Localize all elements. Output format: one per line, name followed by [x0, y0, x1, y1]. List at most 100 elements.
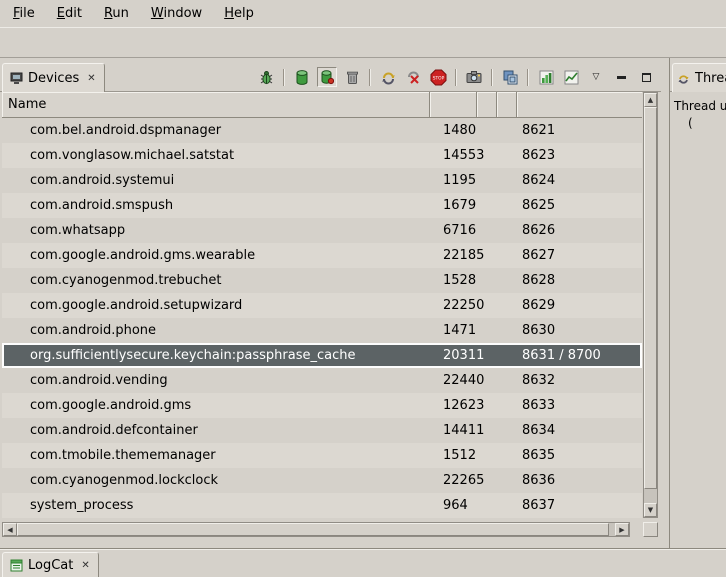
- tab-devices-label: Devices: [28, 71, 79, 86]
- process-pid: 6716: [430, 223, 477, 238]
- table-row[interactable]: com.android.vending224408632: [2, 368, 642, 393]
- column-header-name[interactable]: Name: [2, 92, 430, 117]
- table-header: Name: [2, 92, 642, 118]
- panel-sash[interactable]: [661, 58, 670, 548]
- table-row[interactable]: com.vonglasow.michael.satstat145538623: [2, 143, 642, 168]
- process-name: com.cyanogenmod.trebuchet: [2, 273, 430, 288]
- scrollbar-corner: [643, 522, 658, 537]
- horizontal-scrollbar-thumb[interactable]: [17, 523, 609, 536]
- process-port: 8624: [517, 173, 642, 188]
- process-name: com.google.android.gms.wearable: [2, 248, 430, 263]
- process-pid: 22250: [430, 298, 477, 313]
- menu-file[interactable]: File: [2, 2, 46, 25]
- tab-threads-label: Threads: [695, 71, 726, 86]
- menu-run[interactable]: Run: [93, 2, 140, 25]
- process-port: 8634: [517, 423, 642, 438]
- process-name: com.whatsapp: [2, 223, 430, 238]
- process-name: com.android.vending: [2, 373, 430, 388]
- vertical-scrollbar[interactable]: ▲ ▼: [643, 92, 658, 518]
- table-row[interactable]: org.sufficientlysecure.keychain:passphra…: [2, 343, 642, 368]
- process-port: 8630: [517, 323, 642, 338]
- column-header-pid[interactable]: [430, 92, 477, 117]
- vertical-scrollbar-thumb[interactable]: [644, 107, 657, 489]
- table-row[interactable]: com.android.smspush16798625: [2, 193, 642, 218]
- toolbar-separator: [283, 69, 285, 86]
- scroll-left-icon[interactable]: ◀: [3, 523, 17, 536]
- update-threads-button[interactable]: [378, 67, 398, 87]
- process-port: 8637: [517, 498, 642, 513]
- toolbar-separator: [527, 69, 529, 86]
- stop-profiling-button[interactable]: [403, 67, 423, 87]
- table-row[interactable]: com.android.phone14718630: [2, 318, 642, 343]
- table-row[interactable]: com.android.systemui1195 8624: [2, 168, 642, 193]
- logcat-bar: LogCat ✕: [0, 548, 726, 577]
- table-row[interactable]: com.android.defcontainer144118634: [2, 418, 642, 443]
- process-name: com.cyanogenmod.lockclock: [2, 473, 430, 488]
- process-table-body: com.bel.android.dspmanager14808621com.vo…: [2, 118, 642, 518]
- threads-message-line2: (: [674, 115, 726, 132]
- minimize-icon: [617, 76, 626, 79]
- table-row[interactable]: com.google.android.gms.wearable221858627: [2, 243, 642, 268]
- tab-threads[interactable]: Threads: [672, 63, 726, 92]
- process-pid: 1512: [430, 448, 477, 463]
- column-header-empty[interactable]: [497, 92, 517, 117]
- cause-gc-trash-button[interactable]: [342, 67, 362, 87]
- device-icon: [10, 72, 23, 85]
- process-pid: 1480: [430, 123, 477, 138]
- table-row[interactable]: system_process9648637: [2, 493, 642, 518]
- tab-devices[interactable]: Devices ✕: [2, 63, 105, 92]
- minimize-button[interactable]: [611, 67, 631, 87]
- table-row[interactable]: com.bel.android.dspmanager14808621: [2, 118, 642, 143]
- ui-hierarchy-button[interactable]: [500, 67, 520, 87]
- screenshot-camera-button[interactable]: [464, 67, 484, 87]
- threads-view: Threads Thread up (: [670, 58, 726, 548]
- process-pid: 14411: [430, 423, 477, 438]
- process-pid: 22265: [430, 473, 477, 488]
- debug-process-button[interactable]: [256, 67, 276, 87]
- horizontal-scrollbar[interactable]: ◀ ▶: [2, 522, 630, 537]
- stop-process-button[interactable]: STOP: [428, 67, 448, 87]
- process-name: com.android.systemui: [2, 173, 430, 188]
- column-header-empty[interactable]: [477, 92, 497, 117]
- scroll-up-icon[interactable]: ▲: [644, 93, 657, 107]
- table-row[interactable]: com.whatsapp67168626: [2, 218, 642, 243]
- view-hierarchy-bars-button[interactable]: [536, 67, 556, 87]
- table-row[interactable]: com.google.android.setupwizard222508629: [2, 293, 642, 318]
- process-name: com.google.android.gms: [2, 398, 430, 413]
- process-port: 8625: [517, 198, 642, 213]
- toolbar-separator: [455, 69, 457, 86]
- maximize-button[interactable]: [636, 67, 656, 87]
- devices-toolbar: STOP: [256, 67, 656, 87]
- dump-hprof-button[interactable]: [317, 67, 337, 87]
- tab-logcat[interactable]: LogCat ✕: [2, 552, 99, 577]
- process-port: 8623: [517, 148, 642, 163]
- table-row[interactable]: com.cyanogenmod.trebuchet15288628: [2, 268, 642, 293]
- table-row[interactable]: com.cyanogenmod.lockclock22265 8636: [2, 468, 642, 493]
- process-name: com.android.phone: [2, 323, 430, 338]
- threads-tabbar: Threads: [670, 58, 726, 92]
- menu-help[interactable]: Help: [213, 2, 265, 25]
- process-name: com.android.smspush: [2, 198, 430, 213]
- ddms-window: File Edit Run Window Help Devices ✕: [0, 0, 726, 577]
- process-port: 8632: [517, 373, 642, 388]
- column-header-port[interactable]: [517, 92, 642, 117]
- process-name: system_process: [2, 498, 430, 513]
- process-port: 8636: [517, 473, 642, 488]
- close-icon[interactable]: ✕: [86, 73, 96, 84]
- systrace-chart-button[interactable]: [561, 67, 581, 87]
- table-row[interactable]: com.google.android.gms12623 8633: [2, 393, 642, 418]
- process-pid: 12623: [430, 398, 477, 413]
- process-port: 8629: [517, 298, 642, 313]
- view-menu-button[interactable]: ▽: [586, 67, 606, 87]
- scroll-down-icon[interactable]: ▼: [644, 503, 657, 517]
- update-heap-button[interactable]: [292, 67, 312, 87]
- table-row[interactable]: com.tmobile.thememanager15128635: [2, 443, 642, 468]
- close-icon[interactable]: ✕: [80, 560, 90, 571]
- menu-window[interactable]: Window: [140, 2, 213, 25]
- process-pid: 1195: [430, 173, 477, 188]
- process-name: org.sufficientlysecure.keychain:passphra…: [2, 348, 430, 363]
- tab-logcat-label: LogCat: [28, 558, 73, 573]
- process-port: 8633: [517, 398, 642, 413]
- menu-edit[interactable]: Edit: [46, 2, 93, 25]
- scroll-right-icon[interactable]: ▶: [615, 523, 629, 536]
